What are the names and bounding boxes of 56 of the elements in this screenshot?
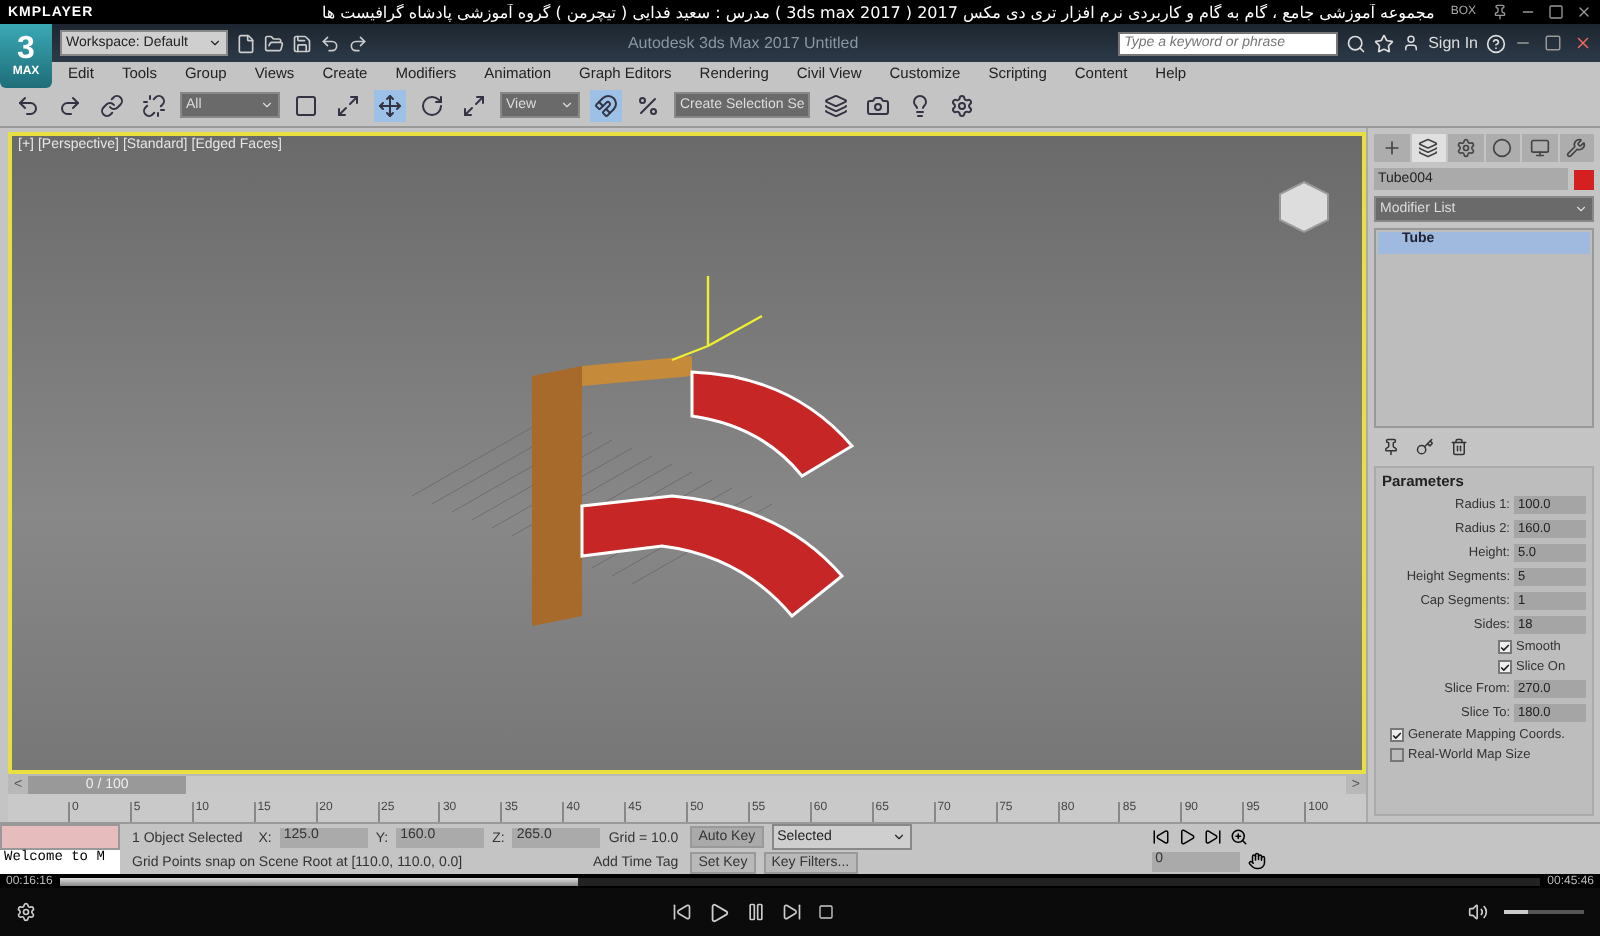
tab-icon: [1381, 138, 1402, 158]
new-file-icon[interactable]: [236, 33, 256, 53]
command-panel-tab[interactable]: [1522, 134, 1557, 162]
window-title: Autodesk 3ds Max 2017 Untitled: [625, 34, 861, 52]
user-icon[interactable]: [1402, 34, 1421, 52]
close-icon[interactable]: [1576, 4, 1592, 20]
pin-icon[interactable]: [1492, 4, 1508, 20]
check-icon: [1392, 729, 1402, 741]
checkbox[interactable]: [1498, 640, 1512, 654]
next-icon[interactable]: [781, 902, 801, 922]
restore-icon[interactable]: [1544, 34, 1562, 52]
pause-icon[interactable]: [745, 902, 765, 922]
tab-icon: [1529, 138, 1550, 158]
maximize-icon[interactable]: [1548, 4, 1564, 20]
magnet-icon[interactable]: [590, 89, 622, 121]
go-to-end-icon[interactable]: [1203, 827, 1222, 845]
settings-icon[interactable]: [16, 902, 36, 922]
go-to-start-icon[interactable]: [1151, 827, 1170, 845]
save-icon[interactable]: [292, 33, 312, 53]
link-icon[interactable]: [96, 89, 128, 121]
checkbox[interactable]: [1390, 748, 1404, 762]
tab-icon: [1455, 138, 1476, 158]
view-cube-icon[interactable]: [1274, 176, 1334, 236]
key-icon[interactable]: [1416, 438, 1434, 456]
sign-in-link[interactable]: Sign In: [1428, 34, 1478, 52]
zoom-icon[interactable]: [1229, 827, 1248, 845]
tab-icon: [1418, 138, 1439, 158]
volume-icon[interactable]: [1468, 902, 1488, 922]
command-panel-tab[interactable]: [1411, 134, 1446, 162]
open-folder-icon[interactable]: [264, 33, 284, 53]
trash-icon[interactable]: [1450, 438, 1468, 456]
pin-icon[interactable]: [1382, 438, 1400, 456]
tab-icon: [1566, 138, 1587, 158]
checkbox[interactable]: [1390, 728, 1404, 742]
command-panel-tab[interactable]: [1374, 134, 1409, 162]
tab-icon: [1492, 138, 1513, 158]
stop-icon[interactable]: [817, 904, 833, 920]
caret-icon[interactable]: [891, 830, 906, 845]
undo-icon[interactable]: [320, 33, 340, 53]
caret-icon[interactable]: [208, 36, 222, 50]
help-icon[interactable]: [1486, 33, 1506, 53]
object-color-swatch[interactable]: [1574, 169, 1594, 189]
playback-progress[interactable]: [60, 877, 579, 885]
checkbox[interactable]: [1498, 660, 1512, 674]
pan-hand-icon[interactable]: [1247, 852, 1266, 870]
move-icon[interactable]: [374, 89, 406, 121]
star-icon[interactable]: [1374, 33, 1395, 53]
play-icon[interactable]: [1177, 827, 1196, 845]
close-icon[interactable]: [1574, 34, 1592, 52]
previous-icon[interactable]: [671, 902, 691, 922]
command-panel-tab[interactable]: [1448, 134, 1483, 162]
command-panel-tab[interactable]: [1559, 134, 1594, 162]
unlink-icon[interactable]: [138, 89, 170, 121]
command-panel-tab[interactable]: [1485, 134, 1520, 162]
redo-icon[interactable]: [348, 33, 368, 53]
layers-icon[interactable]: [820, 89, 852, 121]
